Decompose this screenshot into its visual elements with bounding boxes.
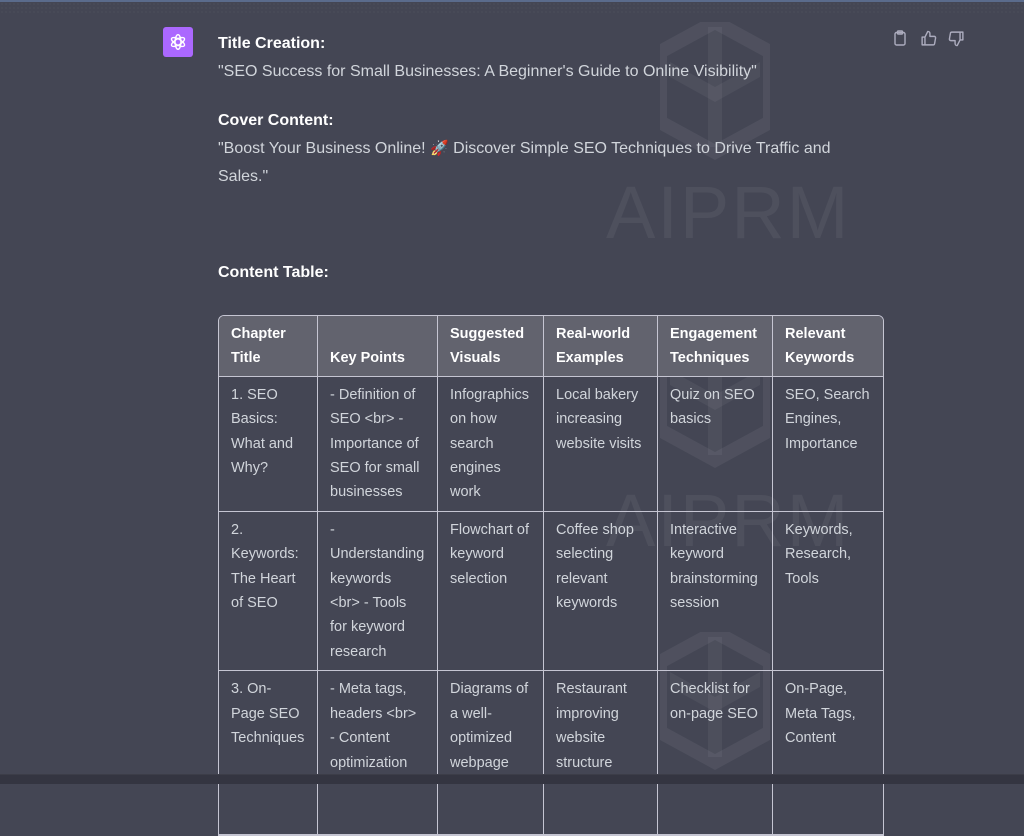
table-cell (544, 781, 658, 835)
thumbs-up-icon (920, 30, 936, 46)
table-cell: Diagrams of a well-optimized webpage (438, 671, 544, 782)
content-table-label: Content Table: (218, 264, 329, 281)
table-cell: - Meta tags, headers <br> - Content opti… (318, 671, 438, 782)
header-key-points: Key Points (318, 316, 438, 377)
table-cell (438, 781, 544, 835)
table-cell: Local bakery increasing website visits (544, 376, 658, 512)
rocket-emoji-icon: 🚀 (430, 140, 449, 157)
table-cell: Quiz on SEO basics (658, 376, 773, 512)
title-creation-text: "SEO Success for Small Businesses: A Beg… (218, 63, 757, 80)
table-row: 3. On-Page SEO Techniques - Meta tags, h… (219, 671, 883, 782)
table-cell: Flowchart of keyword selection (438, 511, 544, 672)
section-separator (218, 209, 882, 210)
content-table: Chapter Title Key Points Suggested Visua… (218, 315, 884, 836)
table-cell: Checklist for on-page SEO (658, 671, 773, 782)
table-row: 1. SEO Basics: What and Why? - Definitio… (219, 376, 883, 512)
table-row-partial (219, 781, 883, 835)
table-cell: Keywords, Research, Tools (773, 512, 883, 672)
table-cell: 3. On-Page SEO Techniques (219, 671, 318, 782)
table-cell: Coffee shop selecting relevant keywords (544, 511, 658, 672)
copy-button[interactable] (891, 29, 909, 47)
table-cell (658, 781, 773, 835)
thumbs-down-icon (948, 30, 964, 46)
cover-content-text: "Boost Your Business Online! 🚀 Discover … (218, 135, 882, 191)
cover-content-label: Cover Content: (218, 112, 334, 129)
table-cell: Infographics on how search engines work (438, 376, 544, 512)
table-row: 2. Keywords: The Heart of SEO - Understa… (219, 511, 883, 672)
assistant-avatar (163, 27, 193, 57)
table-cell: - Definition of SEO <br> - Importance of… (318, 376, 438, 512)
header-engagement-techniques: Engagement Techniques (658, 316, 773, 377)
header-suggested-visuals: Suggested Visuals (438, 316, 544, 377)
header-real-world-examples: Real-world Examples (544, 316, 658, 377)
top-dotted-texture (0, 2, 1024, 14)
table-cell: On-Page, Meta Tags, Content (773, 671, 883, 782)
thumbs-up-button[interactable] (919, 29, 937, 47)
table-header-row: Chapter Title Key Points Suggested Visua… (219, 316, 883, 377)
table-cell (318, 781, 438, 835)
table-cell: 2. Keywords: The Heart of SEO (219, 511, 318, 672)
title-creation-label: Title Creation: (218, 35, 326, 52)
clipboard-icon (894, 30, 906, 46)
table-cell: 1. SEO Basics: What and Why? (219, 376, 318, 512)
table-cell: SEO, Search Engines, Importance (773, 377, 883, 512)
table-cell (773, 782, 883, 835)
table-cell: - Understanding keywords <br> - Tools fo… (318, 511, 438, 672)
cover-text-before: "Boost Your Business Online! (218, 140, 431, 157)
assistant-message: Title Creation: "SEO Success for Small B… (218, 30, 882, 191)
openai-logo-icon (170, 33, 186, 51)
table-cell: Restaurant improving website structure (544, 671, 658, 782)
header-relevant-keywords: Relevant Keywords (773, 316, 883, 377)
table-cell: Interactive keyword brainstorming sessio… (658, 511, 773, 672)
header-chapter-title: Chapter Title (219, 316, 318, 377)
message-actions (891, 29, 965, 47)
table-cell (219, 781, 318, 835)
thumbs-down-button[interactable] (947, 29, 965, 47)
